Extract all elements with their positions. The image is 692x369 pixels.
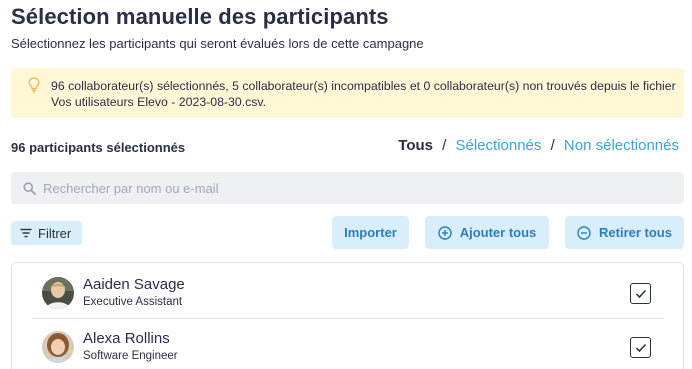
filter-unselected-link[interactable]: Non sélectionnés xyxy=(564,137,679,154)
info-banner: 96 collaborateur(s) sélectionnés, 5 coll… xyxy=(11,68,684,118)
plus-circle-icon xyxy=(438,225,452,240)
list-item: Aaiden Savage Executive Assistant xyxy=(32,265,664,319)
import-button[interactable]: Importer xyxy=(332,216,409,249)
remove-all-button[interactable]: Retirer tous xyxy=(565,216,684,249)
page-title: Sélection manuelle des participants xyxy=(11,4,389,29)
participant-role: Executive Assistant xyxy=(83,296,183,308)
checkmark-icon xyxy=(635,343,646,352)
participant-name: Aaiden Savage xyxy=(83,276,185,293)
search-icon xyxy=(23,182,36,195)
banner-text: 96 collaborateur(s) sélectionnés, 5 coll… xyxy=(51,79,676,109)
add-all-button-label: Ajouter tous xyxy=(459,225,537,240)
filter-separator: / xyxy=(550,137,555,154)
filter-separator: / xyxy=(442,137,447,154)
minus-circle-icon xyxy=(577,225,591,240)
participant-checkbox[interactable] xyxy=(630,337,651,358)
selection-filter-links: Tous / Sélectionnés / Non sélectionnés xyxy=(398,137,679,154)
search-input[interactable] xyxy=(43,172,673,204)
remove-all-button-label: Retirer tous xyxy=(599,225,672,240)
lightbulb-icon xyxy=(28,77,40,93)
filter-button[interactable]: Filtrer xyxy=(11,221,82,245)
import-button-label: Importer xyxy=(344,225,397,240)
avatar xyxy=(42,331,74,363)
add-all-button[interactable]: Ajouter tous xyxy=(425,216,549,249)
selected-count: 96 participants sélectionnés xyxy=(11,140,186,155)
filter-icon xyxy=(20,228,32,238)
participant-role: Software Engineer xyxy=(83,350,178,362)
participants-list: Aaiden Savage Executive Assistant Alexa … xyxy=(11,262,684,369)
list-item: Alexa Rollins Software Engineer xyxy=(32,319,664,369)
participant-checkbox[interactable] xyxy=(630,283,651,304)
checkmark-icon xyxy=(635,289,646,298)
page-subtitle: Sélectionnez les participants qui seront… xyxy=(11,36,424,51)
participant-name: Alexa Rollins xyxy=(83,330,170,347)
search-bar xyxy=(11,172,684,204)
avatar xyxy=(42,277,74,309)
filter-all-link[interactable]: Tous xyxy=(398,137,433,154)
filter-button-label: Filtrer xyxy=(38,225,72,241)
filter-selected-link[interactable]: Sélectionnés xyxy=(456,137,542,154)
